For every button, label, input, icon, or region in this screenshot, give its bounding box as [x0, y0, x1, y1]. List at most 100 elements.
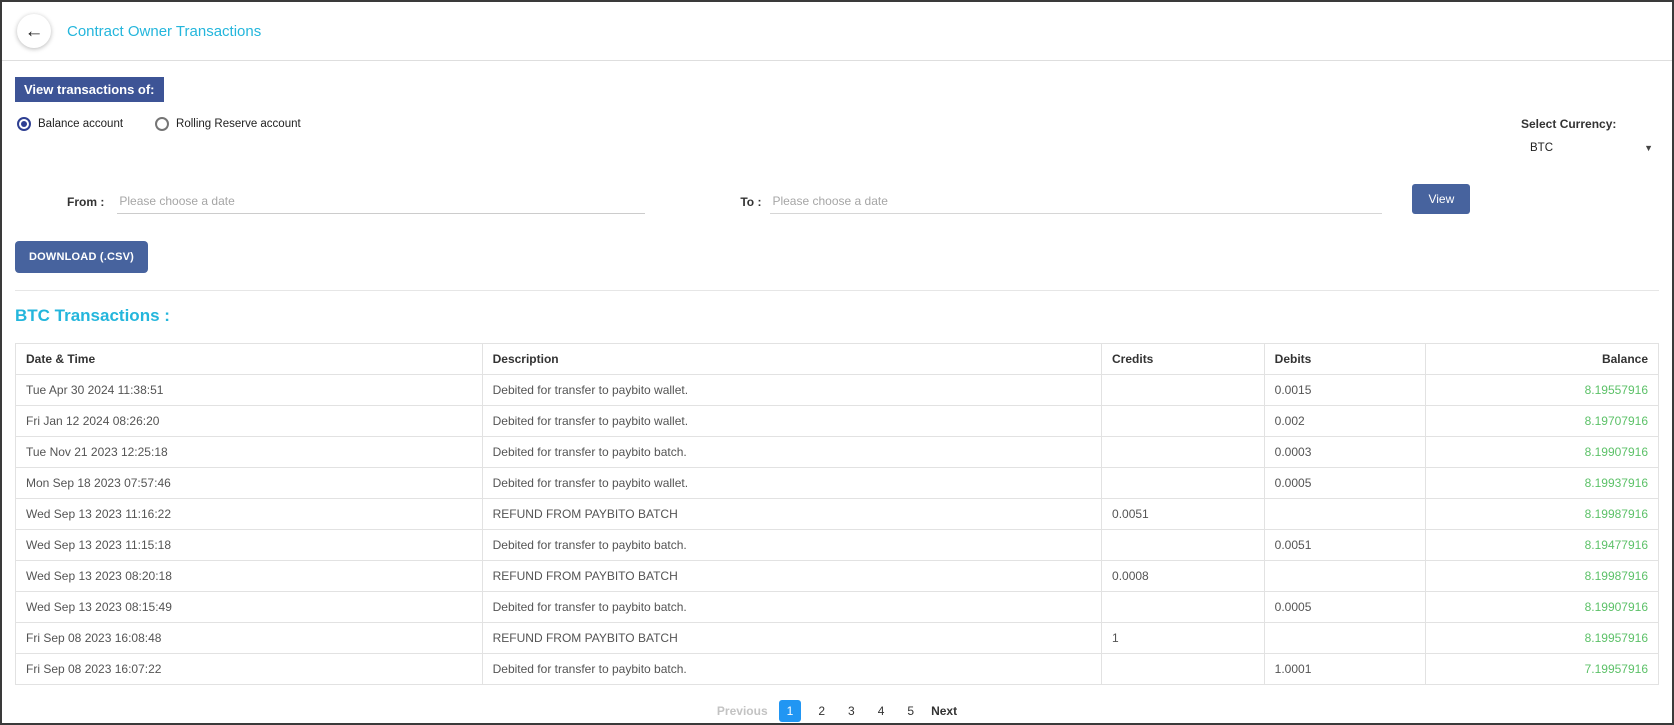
radio-balance-account[interactable]: Balance account — [17, 117, 123, 131]
page-buttons: 12345 — [779, 700, 920, 722]
date-filter-row: From : To : View — [15, 184, 1659, 214]
from-label: From : — [67, 195, 104, 214]
cell-credits — [1102, 468, 1265, 499]
cell-credits — [1102, 406, 1265, 437]
table-row: Wed Sep 13 2023 08:20:18 REFUND FROM PAY… — [16, 561, 1659, 592]
cell-debits: 0.0015 — [1264, 375, 1425, 406]
cell-description: Debited for transfer to paybito batch. — [482, 592, 1101, 623]
cell-debits: 0.0005 — [1264, 592, 1425, 623]
cell-balance: 8.19957916 — [1425, 623, 1658, 654]
cell-balance: 8.19707916 — [1425, 406, 1658, 437]
cell-balance: 8.19557916 — [1425, 375, 1658, 406]
app-header: ← Contract Owner Transactions — [2, 2, 1672, 61]
view-button[interactable]: View — [1412, 184, 1470, 214]
cell-credits: 1 — [1102, 623, 1265, 654]
back-button[interactable]: ← — [17, 14, 51, 48]
cell-description: Debited for transfer to paybito batch. — [482, 654, 1101, 685]
cell-datetime: Mon Sep 18 2023 07:57:46 — [16, 468, 483, 499]
cell-balance: 8.19907916 — [1425, 592, 1658, 623]
cell-datetime: Wed Sep 13 2023 08:20:18 — [16, 561, 483, 592]
cell-datetime: Fri Jan 12 2024 08:26:20 — [16, 406, 483, 437]
currency-value: BTC — [1530, 142, 1553, 154]
cell-balance: 8.19987916 — [1425, 561, 1658, 592]
download-csv-button[interactable]: DOWNLOAD (.CSV) — [15, 241, 148, 273]
view-transactions-badge: View transactions of: — [15, 77, 164, 102]
caret-down-icon: ▼ — [1644, 143, 1653, 153]
table-row: Wed Sep 13 2023 11:15:18 Debited for tra… — [16, 530, 1659, 561]
col-credits: Credits — [1102, 344, 1265, 375]
arrow-left-icon: ← — [25, 22, 44, 41]
cell-description: REFUND FROM PAYBITO BATCH — [482, 561, 1101, 592]
cell-datetime: Wed Sep 13 2023 08:15:49 — [16, 592, 483, 623]
radio-icon — [17, 117, 31, 131]
col-description: Description — [482, 344, 1101, 375]
cell-datetime: Fri Sep 08 2023 16:08:48 — [16, 623, 483, 654]
cell-datetime: Tue Apr 30 2024 11:38:51 — [16, 375, 483, 406]
cell-credits — [1102, 654, 1265, 685]
cell-balance: 7.19957916 — [1425, 654, 1658, 685]
col-balance: Balance — [1425, 344, 1658, 375]
radio-label: Balance account — [38, 118, 123, 130]
cell-balance: 8.19937916 — [1425, 468, 1658, 499]
page-button-5[interactable]: 5 — [901, 701, 920, 721]
cell-debits — [1264, 561, 1425, 592]
page-button-1[interactable]: 1 — [779, 700, 802, 722]
cell-credits — [1102, 530, 1265, 561]
page-title: Contract Owner Transactions — [67, 23, 261, 40]
cell-debits: 0.0051 — [1264, 530, 1425, 561]
cell-balance: 8.19907916 — [1425, 437, 1658, 468]
account-radio-group: Balance account Rolling Reserve account — [15, 117, 301, 131]
radio-rolling-reserve-account[interactable]: Rolling Reserve account — [155, 117, 301, 131]
cell-credits — [1102, 437, 1265, 468]
from-date-input[interactable] — [117, 189, 645, 214]
to-date-input[interactable] — [770, 189, 1382, 214]
col-date-time: Date & Time — [16, 344, 483, 375]
radio-icon — [155, 117, 169, 131]
table-row: Fri Sep 08 2023 16:07:22 Debited for tra… — [16, 654, 1659, 685]
cell-credits: 0.0008 — [1102, 561, 1265, 592]
cell-datetime: Wed Sep 13 2023 11:15:18 — [16, 530, 483, 561]
cell-description: Debited for transfer to paybito wallet. — [482, 375, 1101, 406]
table-row: Tue Nov 21 2023 12:25:18 Debited for tra… — [16, 437, 1659, 468]
table-row: Mon Sep 18 2023 07:57:46 Debited for tra… — [16, 468, 1659, 499]
cell-description: Debited for transfer to paybito wallet. — [482, 406, 1101, 437]
cell-debits: 0.0003 — [1264, 437, 1425, 468]
page-button-4[interactable]: 4 — [872, 701, 891, 721]
cell-debits: 1.0001 — [1264, 654, 1425, 685]
table-row: Fri Sep 08 2023 16:08:48 REFUND FROM PAY… — [16, 623, 1659, 654]
col-debits: Debits — [1264, 344, 1425, 375]
previous-page-button[interactable]: Previous — [717, 704, 768, 718]
cell-debits: 0.002 — [1264, 406, 1425, 437]
cell-description: Debited for transfer to paybito wallet. — [482, 468, 1101, 499]
cell-debits — [1264, 499, 1425, 530]
currency-dropdown[interactable]: BTC ▼ — [1521, 142, 1653, 154]
cell-datetime: Tue Nov 21 2023 12:25:18 — [16, 437, 483, 468]
table-row: Wed Sep 13 2023 11:16:22 REFUND FROM PAY… — [16, 499, 1659, 530]
table-row: Wed Sep 13 2023 08:15:49 Debited for tra… — [16, 592, 1659, 623]
cell-credits — [1102, 592, 1265, 623]
cell-description: Debited for transfer to paybito batch. — [482, 530, 1101, 561]
select-currency-label: Select Currency: — [1521, 117, 1653, 131]
cell-debits: 0.0005 — [1264, 468, 1425, 499]
cell-description: REFUND FROM PAYBITO BATCH — [482, 623, 1101, 654]
table-row: Tue Apr 30 2024 11:38:51 Debited for tra… — [16, 375, 1659, 406]
transactions-table: Date & Time Description Credits Debits B… — [15, 343, 1659, 685]
main-content: View transactions of: Balance account Ro… — [2, 61, 1672, 722]
cell-datetime: Wed Sep 13 2023 11:16:22 — [16, 499, 483, 530]
currency-block: Select Currency: BTC ▼ — [1521, 117, 1653, 154]
cell-description: REFUND FROM PAYBITO BATCH — [482, 499, 1101, 530]
to-label: To : — [740, 195, 761, 214]
page-button-3[interactable]: 3 — [842, 701, 861, 721]
cell-debits — [1264, 623, 1425, 654]
transactions-title: BTC Transactions : — [15, 306, 1659, 326]
cell-balance: 8.19987916 — [1425, 499, 1658, 530]
page-button-2[interactable]: 2 — [812, 701, 831, 721]
filter-row: Balance account Rolling Reserve account … — [15, 117, 1659, 154]
next-page-button[interactable]: Next — [931, 704, 957, 718]
table-row: Fri Jan 12 2024 08:26:20 Debited for tra… — [16, 406, 1659, 437]
section-divider — [15, 290, 1659, 291]
cell-description: Debited for transfer to paybito batch. — [482, 437, 1101, 468]
cell-credits: 0.0051 — [1102, 499, 1265, 530]
cell-datetime: Fri Sep 08 2023 16:07:22 — [16, 654, 483, 685]
cell-balance: 8.19477916 — [1425, 530, 1658, 561]
